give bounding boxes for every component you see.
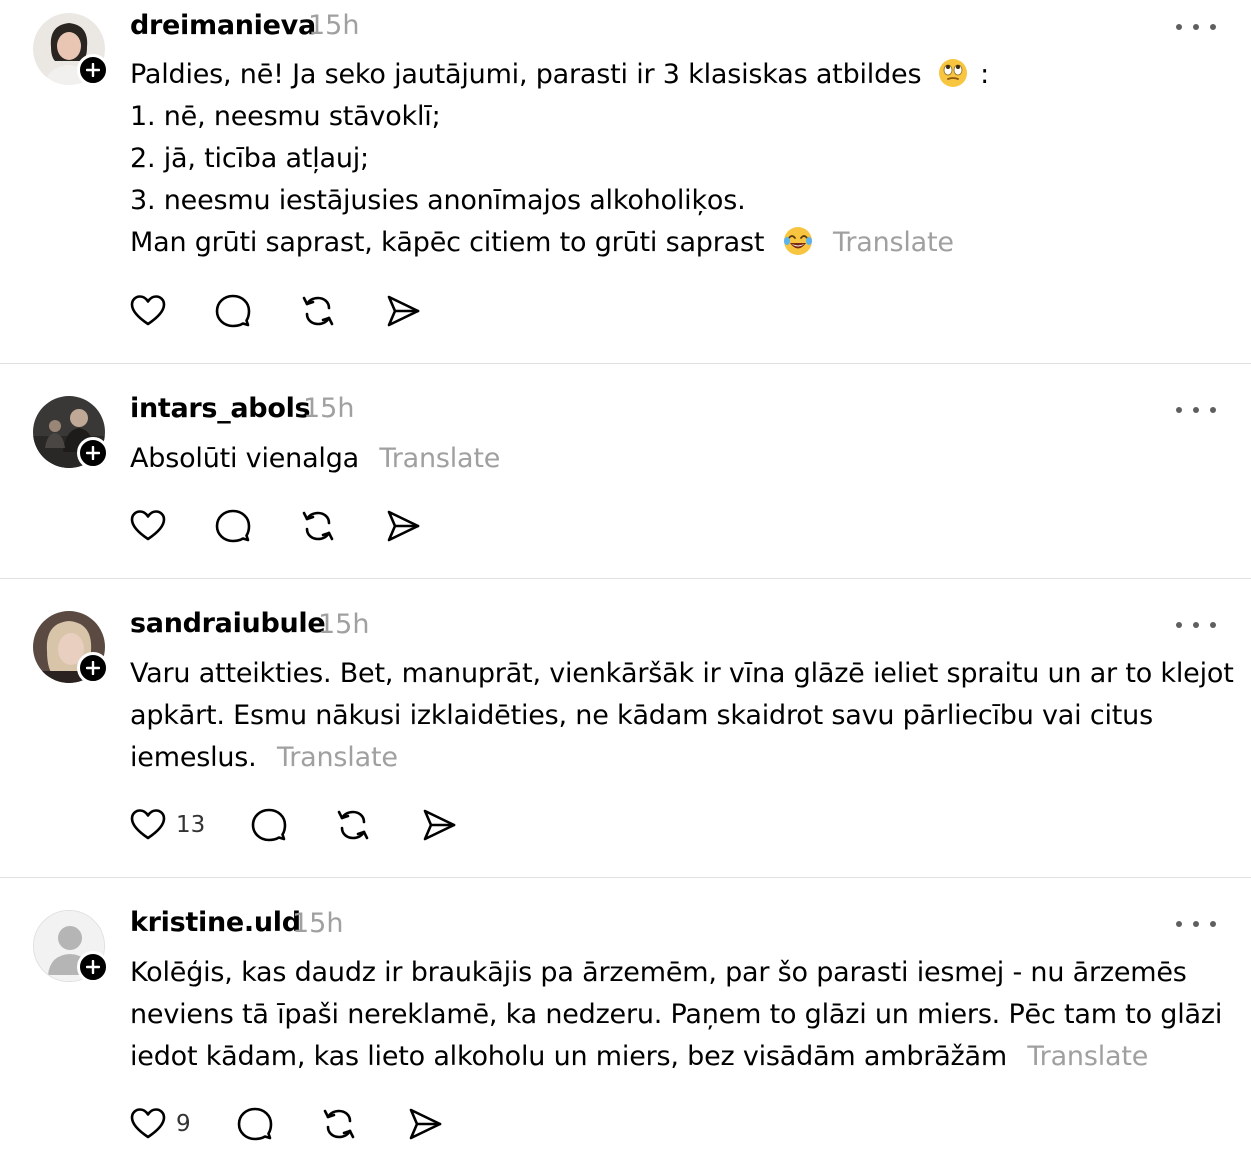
- repost-icon: [337, 810, 369, 840]
- more-options-button[interactable]: [1176, 615, 1216, 635]
- post-time: 15h: [303, 393, 355, 424]
- plus-icon: [86, 661, 100, 675]
- post-text-line: 2. jā, ticība atļauj;: [130, 143, 369, 174]
- repost-button[interactable]: [321, 1106, 357, 1142]
- follow-button[interactable]: [77, 652, 109, 684]
- post-text-line: 1. nē, neesmu stāvoklī;: [130, 101, 441, 132]
- more-options-button[interactable]: [1176, 17, 1216, 37]
- username[interactable]: intars_abols: [130, 393, 311, 424]
- username[interactable]: dreimanieva: [130, 10, 316, 41]
- reply-button[interactable]: [215, 293, 251, 329]
- more-options-button[interactable]: [1176, 400, 1216, 420]
- post-time: 15h: [308, 10, 360, 41]
- more-dots-icon: [1176, 407, 1182, 413]
- share-button[interactable]: [407, 1106, 443, 1142]
- like-button[interactable]: [130, 293, 166, 329]
- share-button[interactable]: [385, 293, 421, 329]
- send-icon: [409, 1108, 442, 1140]
- post-text-line: Kolēģis, kas daudz ir braukājis pa ārzem…: [130, 957, 1187, 988]
- comment-icon: [251, 808, 287, 842]
- repost-button[interactable]: [300, 508, 336, 544]
- post-time: 15h: [292, 908, 344, 939]
- repost-button[interactable]: [335, 807, 371, 843]
- reply-button[interactable]: [237, 1106, 273, 1142]
- share-button[interactable]: [421, 807, 457, 843]
- divider: [0, 578, 1251, 579]
- post-text: Absolūti vienalga Translate: [130, 438, 1220, 480]
- reply-button[interactable]: [251, 807, 287, 843]
- post-text: Varu atteikties. Bet, manuprāt, vienkārš…: [130, 653, 1234, 779]
- post-text-line: neviens tā īpaši nereklamē, ka nedzeru. …: [130, 999, 1223, 1030]
- post-text-line: iemeslus.: [130, 742, 257, 773]
- post-text: Paldies, nē! Ja seko jautājumi, parasti …: [130, 54, 1220, 264]
- follow-button[interactable]: [77, 54, 109, 86]
- translate-link[interactable]: Translate: [833, 227, 954, 258]
- translate-link[interactable]: Translate: [1027, 1041, 1148, 1072]
- like-button[interactable]: [130, 508, 166, 544]
- post-text: Kolēģis, kas daudz ir braukājis pa ārzem…: [130, 952, 1223, 1078]
- username[interactable]: sandraiubule: [130, 608, 326, 639]
- repost-button[interactable]: [300, 293, 336, 329]
- more-dots-icon: [1176, 24, 1182, 30]
- more-dots-icon: [1176, 921, 1182, 927]
- divider: [0, 363, 1251, 364]
- heart-icon: [130, 1108, 166, 1139]
- more-dots-icon: [1176, 622, 1182, 628]
- send-icon: [423, 809, 456, 841]
- post-text-line: Absolūti vienalga: [130, 443, 360, 474]
- username[interactable]: kristine.uld: [130, 907, 301, 938]
- plus-icon: [86, 63, 100, 77]
- send-icon: [387, 295, 420, 327]
- send-icon: [387, 510, 420, 542]
- heart-icon: [130, 809, 166, 840]
- divider: [0, 877, 1251, 878]
- post-text-line: Paldies, nē! Ja seko jautājumi, parasti …: [130, 59, 922, 90]
- translate-link[interactable]: Translate: [379, 443, 500, 474]
- plus-icon: [86, 446, 100, 460]
- tears-of-joy-emoji: [783, 227, 812, 255]
- follow-button[interactable]: [77, 437, 109, 469]
- post-text-line: iedot kādam, kas lieto alkoholu un miers…: [130, 1041, 1007, 1072]
- comment-icon: [215, 509, 251, 543]
- repost-icon: [323, 1109, 355, 1139]
- follow-button[interactable]: [77, 951, 109, 983]
- post-text-line: apkārt. Esmu nākusi izklaidēties, ne kād…: [130, 700, 1153, 731]
- more-options-button[interactable]: [1176, 914, 1216, 934]
- comment-icon: [215, 294, 251, 328]
- post-time: 15h: [318, 609, 370, 640]
- share-button[interactable]: [385, 508, 421, 544]
- like-count: 9: [176, 1111, 191, 1137]
- like-button[interactable]: 9: [130, 1106, 191, 1142]
- eye-roll-emoji: [938, 59, 967, 87]
- like-button[interactable]: 13: [130, 807, 205, 843]
- repost-icon: [302, 296, 334, 326]
- translate-link[interactable]: Translate: [277, 742, 398, 773]
- plus-icon: [86, 960, 100, 974]
- post-text-line: 3. neesmu iestājusies anonīmajos alkohol…: [130, 185, 746, 216]
- reply-button[interactable]: [215, 508, 251, 544]
- like-count: 13: [176, 812, 206, 838]
- heart-icon: [130, 295, 166, 326]
- repost-icon: [302, 511, 334, 541]
- post-text-line: Man grūti saprast, kāpēc citiem to grūti…: [130, 227, 765, 258]
- post-text-line: Varu atteikties. Bet, manuprāt, vienkārš…: [130, 658, 1234, 689]
- heart-icon: [130, 510, 166, 541]
- comment-icon: [237, 1107, 273, 1141]
